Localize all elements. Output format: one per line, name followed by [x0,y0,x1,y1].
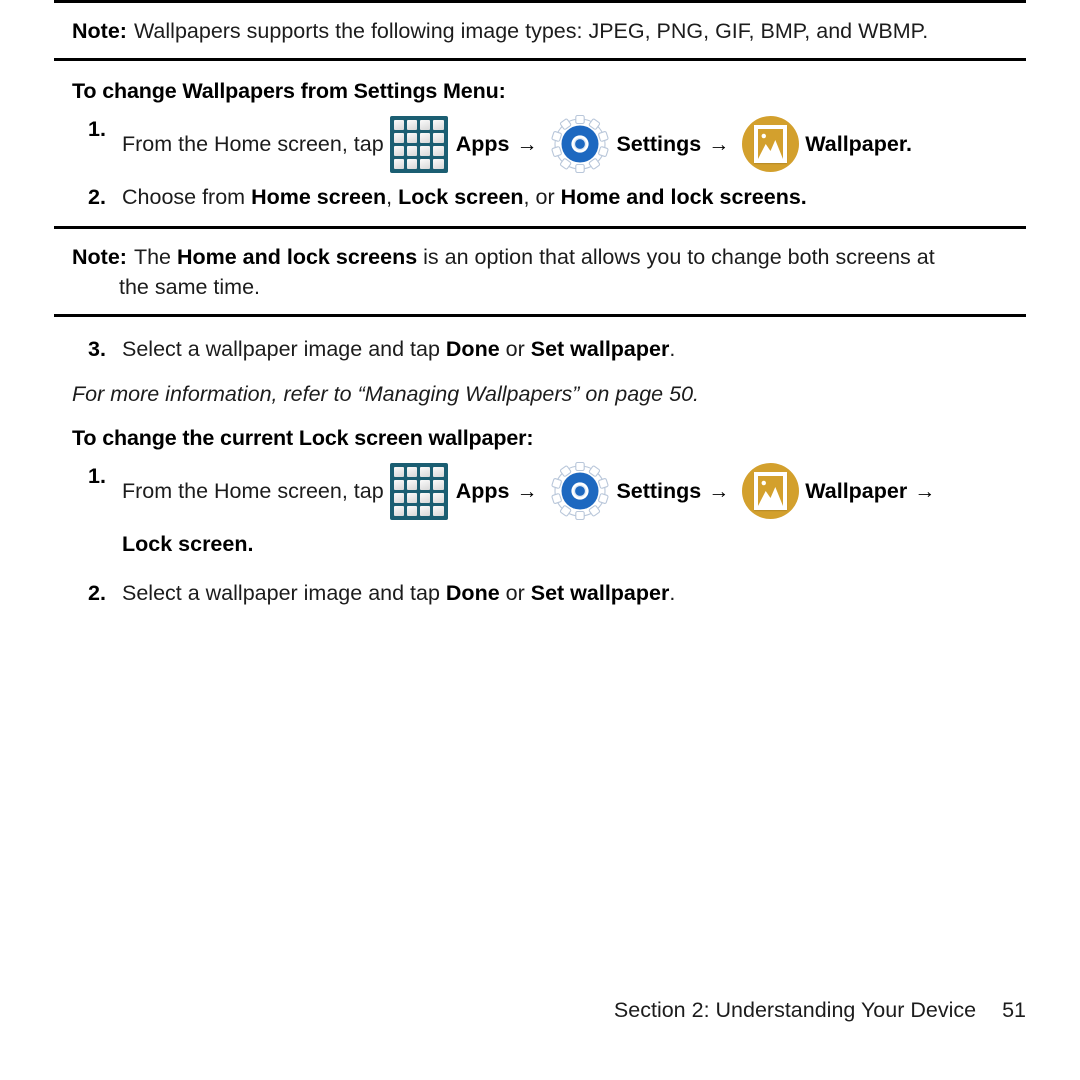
step-mid-text: or [499,337,531,361]
sentence-terminator: . [800,185,807,209]
note-pre-text: The [133,245,177,269]
step-pre-text: Select a wallpaper image and tap [122,337,446,361]
wallpaper-picture-icon[interactable] [742,116,800,172]
step-item: 1. From the Home screen, tap Apps → Sett… [54,115,1026,173]
option-home-and-lock-screens: Home and lock screens [560,185,801,209]
sentence-terminator: . [906,131,913,156]
arrow-icon: → [708,132,730,156]
button-done: Done [445,337,500,361]
apps-label: Apps [455,478,510,503]
step-number: 3. [88,337,106,361]
sentence-terminator: . [247,532,254,556]
apps-label: Apps [455,131,510,156]
step-pre-text: Choose from [122,185,252,209]
page-content: Note: Wallpapers supports the following … [54,0,1026,608]
note-continuation: the same time. [119,275,260,299]
settings-label: Settings [616,478,702,503]
section-heading-settings-menu: To change Wallpapers from Settings Menu: [72,79,506,103]
settings-label: Settings [616,131,702,156]
step-pre-text: Select a wallpaper image and tap [122,581,446,605]
step-number: 2. [88,581,106,605]
picture-frame [754,472,788,510]
arrow-icon: → [708,479,730,503]
picture-image [758,476,784,506]
note-label: Note: [72,245,127,269]
arrow-icon: → [516,132,538,156]
apps-grid-icon[interactable] [389,462,448,520]
step-mid-text: or [499,581,531,605]
option-lock-screen: Lock screen [398,185,524,209]
lock-screen-label: Lock screen [122,532,248,556]
button-set-wallpaper: Set wallpaper [530,581,670,605]
step-item: 1. From the Home screen, tap Apps → Sett… [54,462,1026,520]
picture-frame [754,125,788,163]
step-content: Choose from Home screen, Lock screen, or… [122,183,1026,212]
step-sub-lock-screen: Lock screen. [54,530,1026,559]
document-page: Note: Wallpapers supports the following … [0,0,1080,1080]
step-item: 3. Select a wallpaper image and tap Done… [54,335,1026,364]
note-text: The Home and lock screens is an option t… [134,242,1000,272]
step-content: From the Home screen, tap Apps → Setting… [122,462,1026,520]
page-number: 51 [1002,998,1026,1022]
sentence-terminator: . [669,581,676,605]
option-home-screen: Home screen [251,185,387,209]
picture-image [758,129,784,159]
wallpaper-label-text: Wallpaper [805,131,907,156]
step-lead-text: From the Home screen, tap [122,478,384,503]
separator: , or [523,185,561,209]
note-block-image-types: Note: Wallpapers supports the following … [54,3,1026,58]
note-text: Wallpapers supports the following image … [133,19,929,43]
step-number: 1. [88,117,106,141]
note-bold-term: Home and lock screens [176,245,418,269]
note-line: Note: The Home and lock screens is an op… [54,242,1026,272]
note-line: Note: Wallpapers supports the following … [54,16,1026,46]
step-content: Select a wallpaper image and tap Done or… [122,335,1026,364]
button-set-wallpaper: Set wallpaper [530,337,670,361]
settings-gear-icon[interactable] [550,462,610,520]
arrow-icon: → [914,479,936,503]
sentence-terminator: . [669,337,676,361]
footer-section-label: Section 2: Understanding Your Device [613,998,977,1022]
wallpaper-label: Wallpaper. [805,130,912,159]
step-content: From the Home screen, tap Apps → Setting… [122,115,1026,173]
step-item: 2. Choose from Home screen, Lock screen,… [54,183,1026,212]
note-post-text: is an option that allows you to change b… [417,245,935,269]
separator: , [386,185,399,209]
wallpaper-picture-icon[interactable] [742,463,800,519]
step-content: Select a wallpaper image and tap Done or… [122,579,1026,608]
cross-reference-note: For more information, refer to “Managing… [72,382,699,406]
page-footer: Section 2: Understanding Your Device 51 [0,998,1026,1023]
button-done: Done [445,581,500,605]
section-heading-lock-screen: To change the current Lock screen wallpa… [72,426,534,450]
note-block-home-and-lock: Note: The Home and lock screens is an op… [54,229,1026,314]
step-lead-text: From the Home screen, tap [122,131,384,156]
note-label: Note: [72,19,127,43]
apps-grid-icon[interactable] [389,115,448,173]
settings-gear-icon[interactable] [550,115,610,173]
step-item: 2. Select a wallpaper image and tap Done… [54,579,1026,608]
step-number: 2. [88,185,106,209]
arrow-icon: → [516,479,538,503]
wallpaper-label: Wallpaper [805,478,908,503]
step-number: 1. [88,464,106,488]
